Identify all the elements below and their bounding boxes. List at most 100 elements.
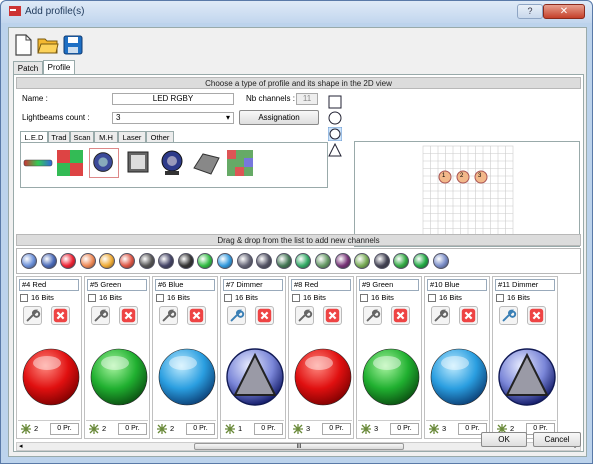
- cancel-button[interactable]: Cancel: [533, 432, 581, 447]
- led-bar-icon[interactable]: [23, 148, 53, 178]
- channel-name-field[interactable]: #4 Red: [19, 279, 79, 291]
- focus-icon[interactable]: [315, 253, 331, 269]
- channel-column[interactable]: #7 Dimmer 16 Bits 1 0 Pr.: [220, 276, 286, 439]
- dimmer-icon[interactable]: [40, 253, 57, 269]
- moving-head-icon[interactable]: [157, 148, 187, 178]
- name-field[interactable]: LED RGBY: [112, 93, 234, 105]
- 16-bits-checkbox[interactable]: [156, 294, 164, 302]
- wrench-icon[interactable]: [431, 306, 450, 325]
- assignation-button[interactable]: Assignation: [239, 110, 319, 125]
- 16-bits-checkbox[interactable]: [224, 294, 232, 302]
- channel-name-field[interactable]: #7 Dimmer: [223, 279, 283, 291]
- preset-count[interactable]: 0 Pr.: [186, 423, 215, 435]
- rgb-wheel-icon[interactable]: [119, 253, 135, 269]
- macro-icon[interactable]: [393, 253, 410, 269]
- panel-icon[interactable]: [123, 148, 153, 178]
- delete-icon[interactable]: [187, 306, 206, 325]
- pixel-panel-icon[interactable]: [225, 148, 255, 178]
- prism-icon[interactable]: [295, 253, 312, 269]
- tab-patch[interactable]: Patch: [13, 61, 43, 75]
- dimmer-blue-icon[interactable]: [21, 253, 37, 269]
- delete-icon[interactable]: [119, 306, 138, 325]
- triangle-shape-icon[interactable]: [328, 143, 342, 157]
- square-shape-icon[interactable]: [328, 95, 342, 109]
- 16-bits-label: 16 Bits: [99, 293, 122, 302]
- wrench-icon[interactable]: [159, 306, 178, 325]
- channel-column[interactable]: #6 Blue 16 Bits 2 0 Pr.: [152, 276, 218, 439]
- preset-count[interactable]: 0 Pr.: [322, 423, 351, 435]
- pan-icon[interactable]: [236, 253, 253, 269]
- lightbeams-value: 3: [116, 113, 121, 122]
- speed-icon[interactable]: [373, 253, 390, 269]
- gobo-wheel-icon[interactable]: [275, 253, 292, 269]
- scroll-left-icon[interactable]: ◂: [19, 442, 23, 450]
- open-folder-icon[interactable]: [37, 34, 59, 56]
- lightbeam-number: 2: [170, 424, 175, 433]
- 16-bits-checkbox[interactable]: [360, 294, 368, 302]
- circle-selected-shape-icon[interactable]: [328, 127, 342, 141]
- 2d-preview[interactable]: 1 2 3: [354, 141, 580, 247]
- title-bar[interactable]: Add profile(s) ? ✕: [1, 1, 592, 23]
- save-disk-icon[interactable]: [63, 34, 83, 56]
- green-icon[interactable]: [197, 253, 214, 269]
- wrench-icon[interactable]: [91, 306, 110, 325]
- wrench-icon[interactable]: [363, 306, 382, 325]
- scroll-thumb[interactable]: III: [194, 443, 404, 450]
- channel-column[interactable]: #9 Green 16 Bits 3 0 Pr.: [356, 276, 422, 439]
- led-matrix-icon[interactable]: [55, 148, 85, 178]
- blue-icon[interactable]: [217, 253, 233, 269]
- iris-icon[interactable]: [334, 253, 351, 269]
- beam-label: 1: [442, 173, 446, 179]
- new-file-icon[interactable]: [13, 34, 33, 56]
- flood-icon[interactable]: [191, 148, 221, 178]
- preset-count[interactable]: 0 Pr.: [254, 423, 283, 435]
- wrench-icon[interactable]: [227, 306, 246, 325]
- channel-name-field[interactable]: #9 Green: [359, 279, 419, 291]
- channel-name-field[interactable]: #10 Blue: [427, 279, 487, 291]
- channel-column[interactable]: #5 Green 16 Bits 2 0 Pr.: [84, 276, 150, 439]
- delete-icon[interactable]: [323, 306, 342, 325]
- lightbeams-select[interactable]: 3 ▾: [112, 112, 234, 124]
- rgb-icon[interactable]: [79, 253, 96, 269]
- gray-icon[interactable]: [138, 253, 155, 269]
- gobo-icon[interactable]: [177, 253, 194, 269]
- wrench-icon[interactable]: [23, 306, 42, 325]
- wrench-icon[interactable]: [499, 306, 518, 325]
- channel-name-field[interactable]: #6 Blue: [155, 279, 215, 291]
- preset-count[interactable]: 0 Pr.: [118, 423, 147, 435]
- wrench-icon[interactable]: [295, 306, 314, 325]
- delete-icon[interactable]: [391, 306, 410, 325]
- par-can-icon[interactable]: [89, 148, 119, 178]
- channel-column[interactable]: #11 Dimmer 16 Bits 2 0 Pr.: [492, 276, 558, 439]
- unknown-icon[interactable]: [432, 253, 449, 269]
- delete-icon[interactable]: [527, 306, 546, 325]
- 16-bits-checkbox[interactable]: [88, 294, 96, 302]
- red-icon[interactable]: [60, 253, 77, 269]
- ok-button[interactable]: OK: [481, 432, 527, 447]
- channel-column[interactable]: #4 Red 16 Bits 2 0 Pr.: [16, 276, 82, 439]
- 16-bits-checkbox[interactable]: [496, 294, 504, 302]
- delete-icon[interactable]: [51, 306, 70, 325]
- close-button[interactable]: ✕: [543, 4, 585, 19]
- channel-name-field[interactable]: #11 Dimmer: [495, 279, 555, 291]
- effect-icon[interactable]: [413, 253, 429, 269]
- help-button[interactable]: ?: [517, 4, 543, 19]
- 16-bits-checkbox[interactable]: [292, 294, 300, 302]
- preset-count[interactable]: 0 Pr.: [390, 423, 419, 435]
- channel-column[interactable]: #10 Blue 16 Bits 3 0 Pr.: [424, 276, 490, 439]
- zoom-icon[interactable]: [354, 253, 371, 269]
- channel-column[interactable]: #8 Red 16 Bits 3 0 Pr.: [288, 276, 354, 439]
- 16-bits-checkbox[interactable]: [428, 294, 436, 302]
- amber-icon[interactable]: [99, 253, 116, 269]
- delete-icon[interactable]: [255, 306, 274, 325]
- circle-shape-icon[interactable]: [328, 111, 342, 125]
- preset-count[interactable]: 0 Pr.: [50, 423, 79, 435]
- 16-bits-label: 16 Bits: [235, 293, 258, 302]
- tab-profile[interactable]: Profile: [43, 60, 75, 75]
- 16-bits-checkbox[interactable]: [20, 294, 28, 302]
- channel-name-field[interactable]: #8 Red: [291, 279, 351, 291]
- channel-name-field[interactable]: #5 Green: [87, 279, 147, 291]
- tilt-icon[interactable]: [256, 253, 273, 269]
- delete-icon[interactable]: [459, 306, 478, 325]
- shutter-icon[interactable]: [158, 253, 175, 269]
